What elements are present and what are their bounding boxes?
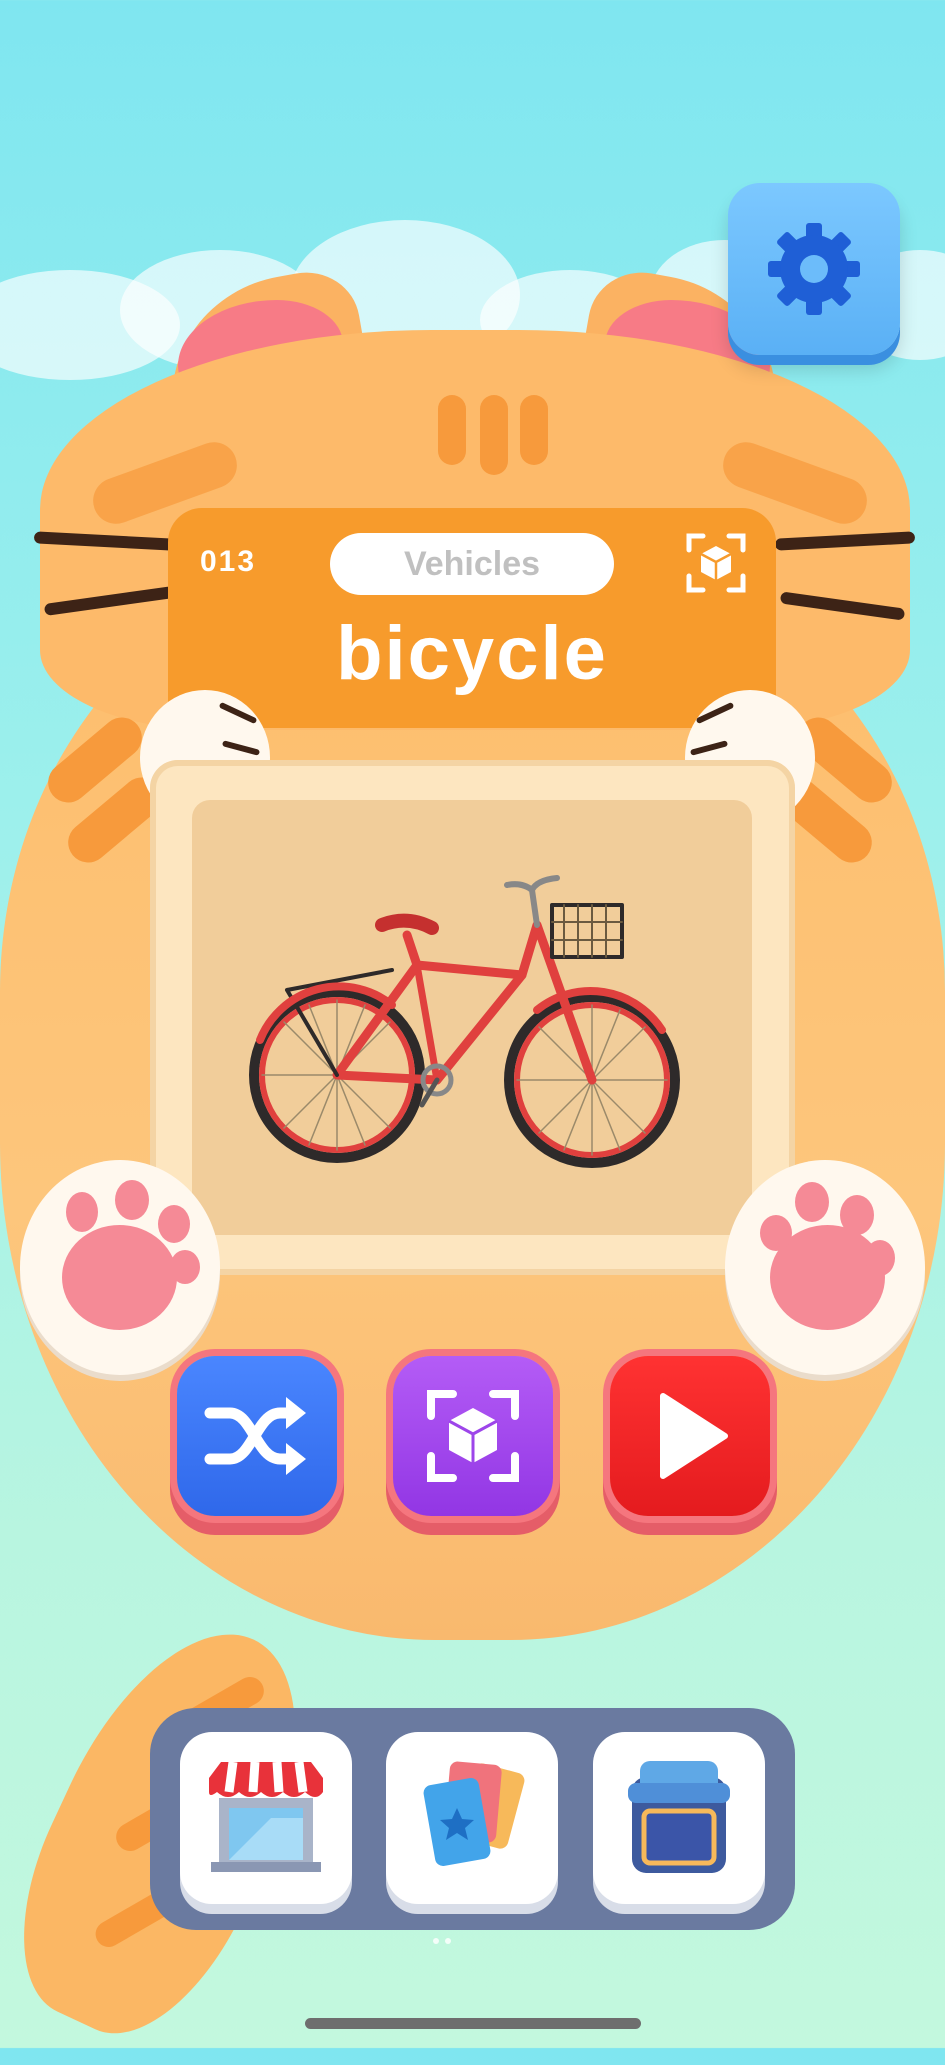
album-icon xyxy=(628,1761,730,1873)
head-stripe xyxy=(480,395,508,475)
paw-bean xyxy=(865,1240,895,1276)
ar-cube-icon xyxy=(686,533,746,593)
page-indicator-dots xyxy=(433,1938,451,1944)
category-label: Vehicles xyxy=(403,544,541,583)
play-button[interactable] xyxy=(610,1356,770,1516)
paw-bean xyxy=(840,1195,874,1235)
paw-bean xyxy=(62,1225,177,1330)
paw-bean xyxy=(66,1192,98,1232)
shuffle-icon xyxy=(204,1397,306,1475)
album-button[interactable] xyxy=(593,1732,765,1904)
ar-view-button[interactable] xyxy=(393,1356,553,1516)
category-pill[interactable]: Vehicles xyxy=(330,533,614,595)
picture-area[interactable] xyxy=(192,800,752,1235)
cards-icon xyxy=(423,1761,525,1866)
settings-button[interactable] xyxy=(728,183,900,355)
bicycle-illustration xyxy=(249,875,680,1168)
paw-bean xyxy=(158,1205,190,1243)
cards-button[interactable] xyxy=(386,1732,558,1904)
paw-bean xyxy=(795,1182,829,1222)
shuffle-button[interactable] xyxy=(177,1356,337,1516)
ar-view-small-button[interactable] xyxy=(685,532,747,594)
head-stripe xyxy=(438,395,466,465)
shop-button[interactable] xyxy=(180,1732,352,1904)
paw-bean xyxy=(760,1215,792,1251)
head-stripe xyxy=(520,395,548,465)
gear-icon xyxy=(768,223,860,315)
word-title: bicycle xyxy=(336,611,608,696)
ar-cube-icon xyxy=(427,1390,519,1482)
shop-icon xyxy=(209,1761,323,1872)
paw-bean xyxy=(170,1250,200,1284)
home-indicator xyxy=(305,2018,641,2029)
play-icon xyxy=(660,1393,728,1479)
paw-bean xyxy=(115,1180,149,1220)
card-number: 013 xyxy=(200,545,257,578)
